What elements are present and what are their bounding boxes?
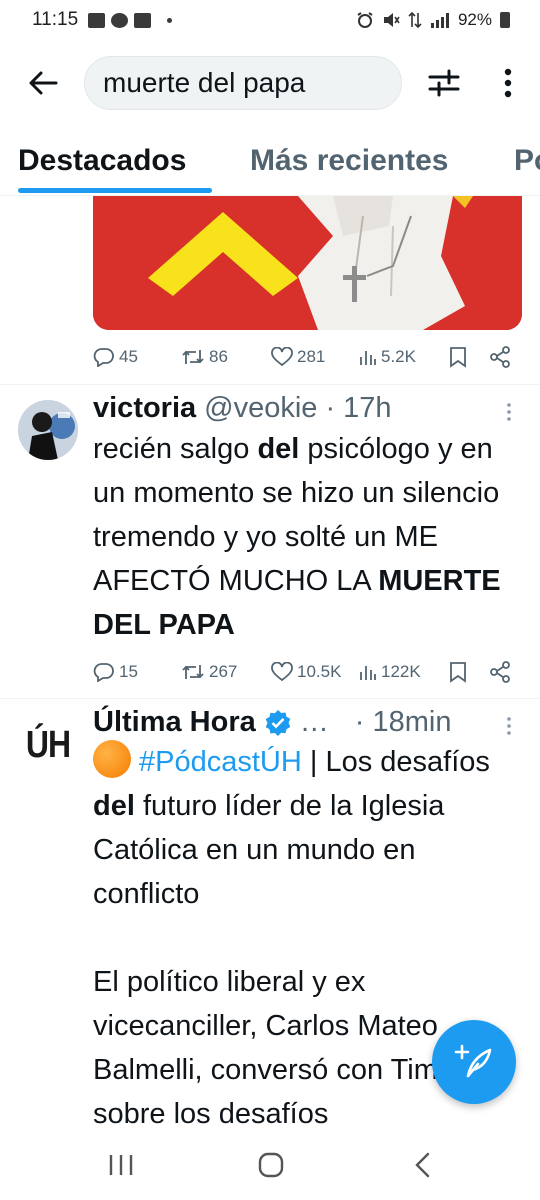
view-count: 122K [381,662,421,681]
retweet-count: 86 [209,347,228,366]
back-arrow-icon[interactable] [26,66,60,100]
more-options-icon[interactable] [496,64,520,102]
recent-apps-icon[interactable] [108,1152,134,1178]
filter-icon[interactable] [426,66,462,100]
battery-icon [500,12,510,28]
tweet-divider [0,698,540,699]
retweet-count: 267 [209,662,238,681]
pope-illustration [93,196,522,330]
tweet-header: Última Hora … · 18min [93,706,451,739]
retweet-icon [182,350,204,364]
feather-plus-icon [454,1044,492,1078]
tweet-more-icon[interactable] [505,716,513,736]
system-icons: 92% [356,10,510,30]
views-icon [360,666,376,680]
bookmark-icon[interactable] [449,661,467,683]
android-nav-bar [0,1130,540,1200]
tweet-actions: 45 86 281 5.2K [93,342,523,372]
search-tabs: Destacados Más recientes Po [0,130,540,196]
hashtag-link[interactable]: #PódcastÚH [139,746,302,778]
view-count: 5.2K [381,347,416,366]
tweet-media-image[interactable] [93,196,522,330]
signal-icon [430,13,449,28]
tweet-text: recién salgo del psicólogo y en un momen… [93,427,523,647]
tab-mas-recientes[interactable]: Más recientes [250,144,448,178]
tweet-text-part: | Los desafíos [301,746,490,778]
views-button[interactable]: 122K [359,662,421,682]
share-icon[interactable] [489,661,511,683]
like-count: 10.5K [297,662,342,681]
author-handle-truncated[interactable]: … [300,706,329,739]
retweet-button[interactable]: 86 [181,347,228,367]
reply-icon [93,663,114,682]
battery-percent: 92% [457,10,492,29]
tweet-text-part: futuro líder de la Iglesia Católica en u… [93,790,445,910]
avatar-photo [18,400,78,460]
author-handle[interactable]: @veokie [204,392,317,425]
tweet-header: victoria @veokie · 17h [93,392,392,425]
tweet-time: · 18min [354,706,452,738]
active-tab-indicator [18,188,212,193]
home-icon[interactable] [258,1152,284,1178]
status-time: 11:15 [32,9,79,30]
check-icon [134,12,152,28]
tweet-more-icon[interactable] [505,402,513,422]
highlighted-term: del [257,433,300,465]
data-icon [408,11,422,29]
like-button[interactable]: 281 [271,347,325,367]
verified-badge-icon [265,709,291,736]
tweet-time: · 17h [325,392,392,424]
heart-icon [271,662,293,682]
whatsapp-icon [111,12,129,28]
author-name[interactable]: Última Hora [93,706,256,739]
alarm-icon [357,12,373,28]
orange-circle-emoji [93,740,131,778]
avatar[interactable]: ÚH [18,714,78,774]
tab-destacados[interactable]: Destacados [18,144,186,178]
tab-personas[interactable]: Po [514,144,540,178]
share-icon[interactable] [489,346,511,368]
reply-icon [93,348,114,367]
views-icon [360,351,376,365]
like-count: 281 [297,347,326,366]
like-button[interactable]: 10.5K [271,662,341,682]
notification-icons [88,12,173,28]
avatar[interactable] [18,400,78,460]
compose-tweet-button[interactable] [432,1020,516,1104]
tweet-actions: 15 267 10.5K 122K [93,657,523,687]
tweet-divider [0,384,540,385]
back-nav-icon[interactable] [412,1152,434,1178]
status-bar: 11:15 92% [0,0,540,40]
mute-icon [383,13,400,27]
heart-icon [271,347,293,367]
author-name[interactable]: victoria [93,392,196,425]
reply-button[interactable]: 45 [93,347,138,367]
tweet-text-part: recién salgo [93,433,258,465]
bookmark-icon[interactable] [449,346,467,368]
tweet-text-part: El político liberal y ex vicecanciller, … [93,966,480,1130]
highlighted-term: del [93,790,135,822]
search-input[interactable]: muerte del papa [84,56,402,110]
more-notifications-icon [167,17,173,23]
search-header: muerte del papa [0,48,540,118]
views-button[interactable]: 5.2K [359,347,416,367]
reply-count: 15 [119,662,138,681]
avatar-logo-text: ÚH [25,721,71,765]
reply-count: 45 [119,347,138,366]
gallery-icon [88,12,106,28]
retweet-icon [182,665,204,679]
reply-button[interactable]: 15 [93,662,138,682]
search-query: muerte del papa [103,67,306,98]
retweet-button[interactable]: 267 [181,662,237,682]
